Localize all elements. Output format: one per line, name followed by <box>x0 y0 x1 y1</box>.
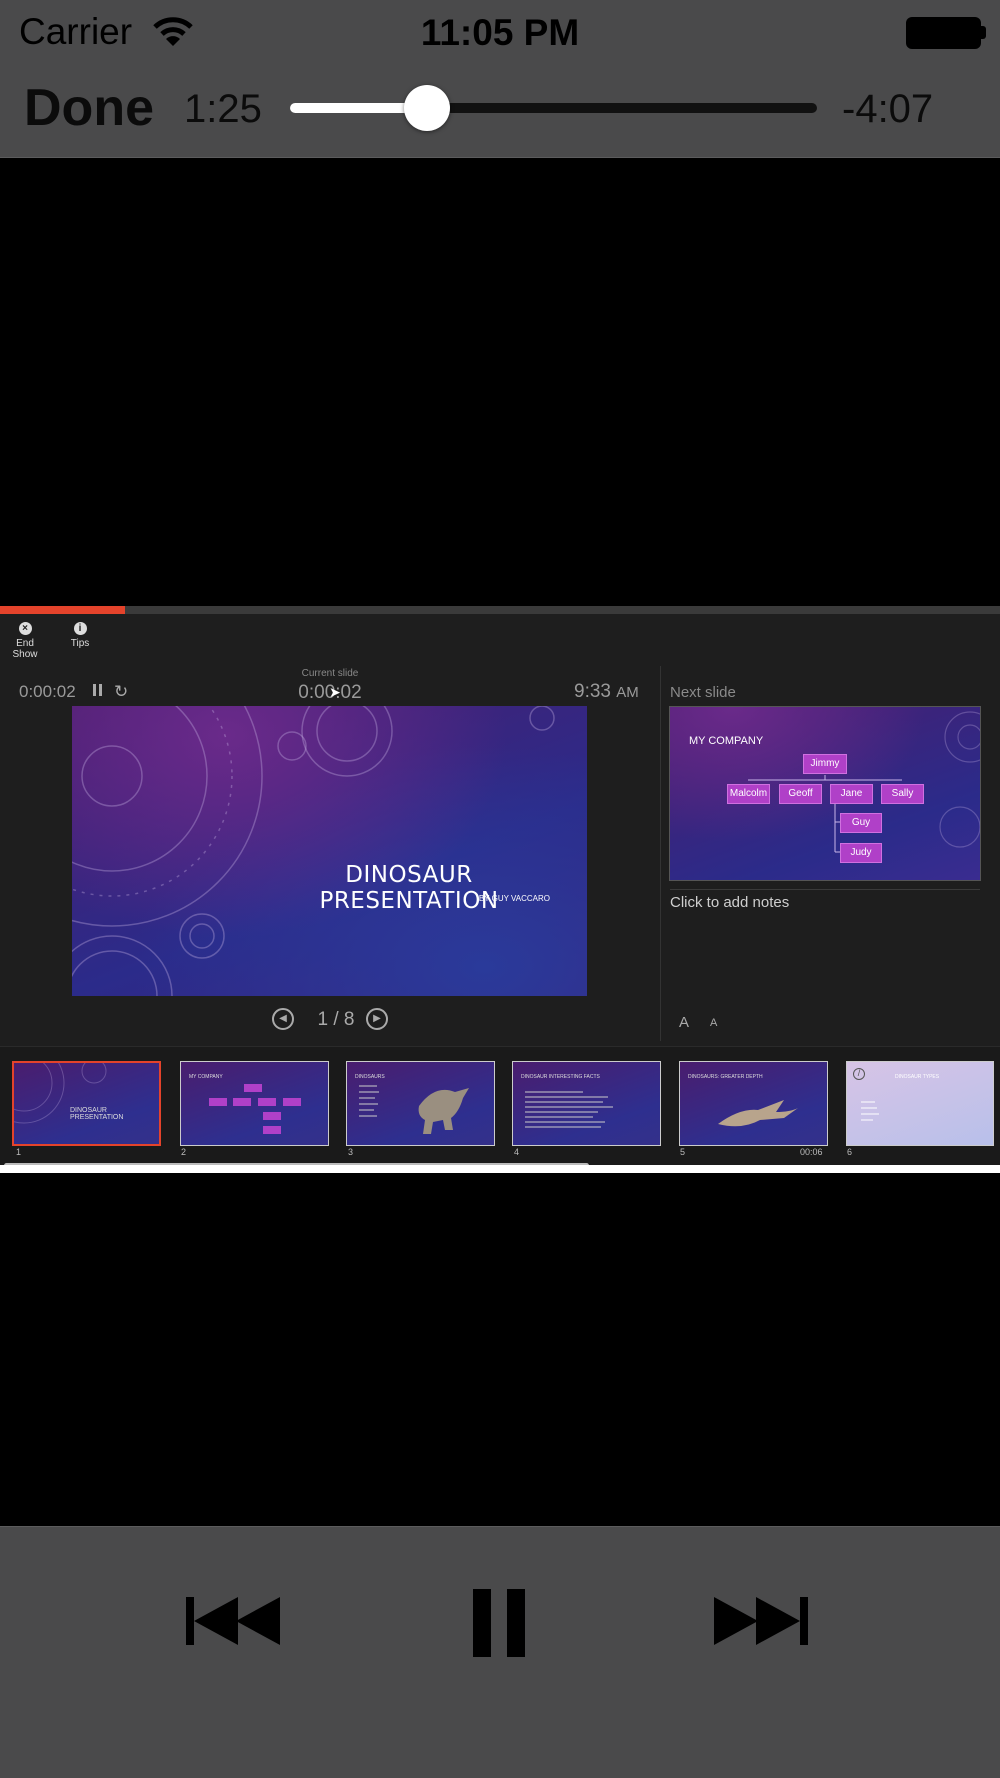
restart-icon[interactable]: ↻ <box>114 682 128 702</box>
thumb-number: 4 <box>514 1147 520 1157</box>
thumb-number: 2 <box>181 1147 187 1157</box>
pause-icon[interactable] <box>470 1579 530 1659</box>
elapsed-time: 1:25 <box>184 87 262 131</box>
thumb-org-box <box>263 1126 281 1134</box>
thumb-title: MY COMPANY <box>189 1074 223 1080</box>
player-controls <box>0 1526 1000 1778</box>
org-box: Sally <box>881 784 924 804</box>
end-show-label: End Show <box>12 638 38 660</box>
tips-icon: i <box>73 622 87 635</box>
thumbnail-slide-4[interactable]: DINOSAUR INTERESTING FACTS <box>512 1061 661 1146</box>
skip-forward-icon[interactable] <box>710 1579 822 1659</box>
remaining-time: -4:07 <box>842 87 934 131</box>
skip-back-icon[interactable] <box>180 1579 292 1659</box>
battery-nub <box>980 26 986 39</box>
thumbnail-slide-1[interactable]: DINOSAUR PRESENTATION <box>12 1061 161 1146</box>
speaker-notes[interactable]: Click to add notes <box>670 894 789 911</box>
thumb-number: 3 <box>348 1147 354 1157</box>
next-slide-title: MY COMPANY <box>689 735 764 747</box>
notes-divider <box>670 889 980 890</box>
org-box: Guy <box>840 813 882 833</box>
slide-subtitle: BY GUY VACCARO <box>478 894 550 903</box>
thumb-org-box <box>263 1112 281 1120</box>
increase-font-button[interactable]: A <box>679 1014 689 1031</box>
thumb-org-box <box>244 1084 262 1092</box>
thumb-title: DINOSAURS: GREATER DEPTH <box>688 1074 763 1080</box>
org-box: Malcolm <box>727 784 770 804</box>
decrease-font-button[interactable]: A <box>710 1017 717 1029</box>
org-box: Geoff <box>779 784 822 804</box>
slide-background-art <box>72 706 555 996</box>
thumbnail-slide-2[interactable]: MY COMPANY <box>180 1061 329 1146</box>
done-button[interactable]: Done <box>24 78 154 138</box>
thumbnail-slide-5[interactable]: DINOSAURS: GREATER DEPTH <box>679 1061 828 1146</box>
org-box: Jane <box>830 784 873 804</box>
end-show-icon: × <box>18 622 32 635</box>
tips-label: Tips <box>70 638 90 649</box>
thumb-number: 1 <box>16 1147 22 1157</box>
org-box: Judy <box>840 843 882 863</box>
presentation-progress-fill <box>0 606 125 614</box>
thumb-title: DINOSAUR INTERESTING FACTS <box>521 1074 600 1080</box>
thumb-number: 5 <box>680 1147 686 1157</box>
previous-slide-icon[interactable]: ◀ <box>272 1008 294 1030</box>
clock-time: 9:33 AM <box>574 681 639 703</box>
thumb-timing: 00:06 <box>800 1147 823 1157</box>
thumb-org-box <box>283 1098 301 1106</box>
slide-navigator: ◀ 1 / 8 ▶ <box>270 1006 400 1034</box>
thumb-org-box <box>209 1098 227 1106</box>
status-bar: Carrier 11:05 PM <box>0 0 1000 66</box>
slide-counter: 1 / 8 <box>317 1009 355 1030</box>
thumb-art <box>14 1063 107 1124</box>
tips-button[interactable]: i Tips <box>66 622 94 649</box>
video-frame[interactable]: × End Show i Tips 0:00:02 ↻ Current slid… <box>0 606 1000 1173</box>
next-slide-icon[interactable]: ▶ <box>366 1008 388 1030</box>
player-top-bar: Carrier 11:05 PM Done 1:25 -4:07 <box>0 0 1000 158</box>
slide-thumbnail-strip: DINOSAUR PRESENTATION 1 MY COMPANY 2 DIN… <box>0 1046 1000 1168</box>
clock-ampm: AM <box>616 684 639 701</box>
status-clock: 11:05 PM <box>420 12 580 53</box>
current-slide-label: Current slide <box>301 668 359 679</box>
clock-value: 9:33 <box>574 681 611 702</box>
next-slide-label: Next slide <box>670 684 736 701</box>
thumb-title: DINOSAUR PRESENTATION <box>70 1107 124 1121</box>
end-show-button[interactable]: × End Show <box>4 622 46 660</box>
thumb-org-box <box>258 1098 276 1106</box>
pane-divider <box>660 666 661 1041</box>
video-bottom-edge <box>0 1165 1000 1173</box>
org-chart-connectors <box>748 711 980 853</box>
thumb-title: DINOSAURS <box>355 1074 385 1080</box>
mouse-cursor-icon: ➤ <box>329 684 341 700</box>
thumbnail-slide-6[interactable]: / DINOSAUR TYPES <box>846 1061 994 1146</box>
slide-title: DINOSAUR PRESENTATION <box>319 862 499 914</box>
battery-icon <box>906 17 981 49</box>
presentation-progress <box>0 606 1000 614</box>
presentation-timer: 0:00:02 <box>19 682 76 701</box>
thumb-org-box <box>233 1098 251 1106</box>
org-box: Jimmy <box>803 754 847 774</box>
current-slide-preview[interactable]: DINOSAUR PRESENTATION BY GUY VACCARO <box>72 706 587 996</box>
hidden-slide-icon: / <box>853 1068 865 1080</box>
pause-icon[interactable] <box>93 684 103 697</box>
thumb-number: 6 <box>847 1147 853 1157</box>
scrubber-thumb[interactable] <box>404 85 451 131</box>
thumbnail-slide-3[interactable]: DINOSAURS <box>346 1061 495 1146</box>
thumb-title: DINOSAUR TYPES <box>895 1074 940 1080</box>
playback-scrubber[interactable] <box>290 85 817 131</box>
next-slide-preview[interactable]: MY COMPANY Jimmy Malcolm Geoff Jane Sall… <box>669 706 981 881</box>
